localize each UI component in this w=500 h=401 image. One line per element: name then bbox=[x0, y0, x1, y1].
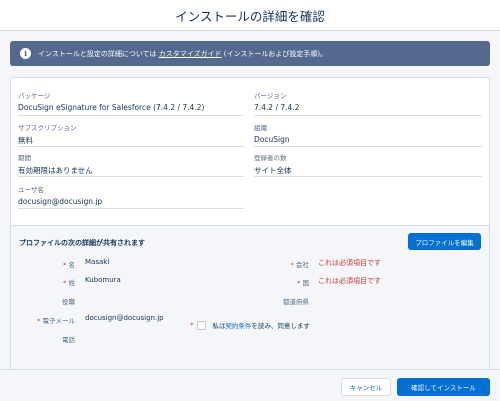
package-label: パッケージ bbox=[18, 92, 51, 100]
required-mark: * bbox=[290, 261, 294, 269]
modal-footer: キャンセル 確認してインストール bbox=[0, 369, 500, 401]
page-title: インストールの詳細を確認 bbox=[175, 8, 325, 24]
org-field: 組織 DocuSign bbox=[254, 122, 290, 144]
required-mark: * bbox=[297, 279, 301, 287]
required-mark: * bbox=[63, 261, 67, 269]
divider bbox=[18, 146, 244, 147]
seats-value: サイト全体 bbox=[254, 166, 292, 175]
info-icon: i bbox=[20, 48, 31, 59]
confirm-install-button[interactable]: 確認してインストール bbox=[397, 378, 490, 396]
last-name-label: * 姓 bbox=[63, 279, 75, 287]
banner-text: インストールと設定の詳細については カスタマイズガイド (インストールおよび設定… bbox=[38, 49, 328, 58]
seats-label: 登録者の数 bbox=[254, 154, 287, 162]
company-error: これは必須項目です bbox=[318, 259, 381, 267]
divider bbox=[18, 208, 244, 209]
first-name-value: Masaki bbox=[85, 258, 110, 266]
divider bbox=[254, 176, 482, 177]
org-label: 組織 bbox=[254, 124, 267, 132]
subscription-field: サブスクリプション 無料 bbox=[18, 122, 77, 146]
first-name-label: * 名 bbox=[63, 261, 75, 269]
terms-checkbox[interactable] bbox=[197, 320, 207, 330]
subscription-label: サブスクリプション bbox=[18, 124, 77, 132]
username-field: ユーザ名 docusign@docusign.jp bbox=[18, 184, 102, 206]
required-mark: * bbox=[63, 279, 67, 287]
username-label: ユーザ名 bbox=[18, 186, 44, 194]
version-value: 7.4.2 / 7.4.2 bbox=[254, 103, 300, 112]
modal-header: インストールの詳細を確認 bbox=[0, 0, 500, 31]
divider bbox=[254, 146, 482, 147]
seats-field: 登録者の数 サイト全体 bbox=[254, 152, 292, 176]
package-details-panel: パッケージ DocuSign eSignature for Salesforce… bbox=[10, 77, 490, 246]
country-label: * 国 bbox=[297, 279, 309, 287]
job-title-label: 役職 bbox=[62, 298, 75, 306]
customization-guide-link[interactable]: カスタマイズガイド bbox=[159, 50, 222, 58]
last-name-value: Kubomura bbox=[85, 276, 121, 284]
divider bbox=[18, 115, 244, 116]
info-banner: i インストールと設定の詳細については カスタマイズガイド (インストールおよび… bbox=[10, 41, 490, 66]
version-label: バージョン bbox=[254, 92, 287, 100]
company-label: * 会社 bbox=[290, 261, 309, 269]
profile-share-title: プロファイルの次の詳細が共有されます bbox=[19, 239, 145, 247]
cancel-button[interactable]: キャンセル bbox=[341, 378, 391, 396]
required-mark: * bbox=[190, 321, 194, 329]
profile-share-panel: プロファイルの次の詳細が共有されます プロファイルを編集 * 名 Masaki … bbox=[10, 225, 490, 375]
expiry-field: 期間 有効期限はありません bbox=[18, 152, 93, 176]
expiry-value: 有効期限はありません bbox=[18, 166, 93, 175]
subscription-value: 無料 bbox=[18, 136, 33, 145]
divider bbox=[254, 115, 482, 116]
state-label: 都道府県 bbox=[283, 298, 309, 306]
org-value: DocuSign bbox=[254, 135, 290, 144]
terms-link[interactable]: 契約条件 bbox=[225, 320, 251, 330]
username-value: docusign@docusign.jp bbox=[18, 197, 103, 206]
divider bbox=[18, 176, 244, 177]
expiry-label: 期間 bbox=[18, 154, 31, 162]
package-field: パッケージ DocuSign eSignature for Salesforce… bbox=[18, 90, 204, 112]
package-value: DocuSign eSignature for Salesforce (7.4.… bbox=[18, 103, 205, 112]
phone-label: 電話 bbox=[62, 336, 75, 344]
modal-body: i インストールと設定の詳細については カスタマイズガイド (インストールおよび… bbox=[0, 31, 500, 375]
edit-profile-button[interactable]: プロファイルを編集 bbox=[408, 233, 481, 250]
country-error: これは必須項目です bbox=[318, 277, 381, 285]
version-field: バージョン 7.4.2 / 7.4.2 bbox=[254, 90, 299, 112]
terms-agreement: * 私は 契約条件 を読み、同意します bbox=[190, 320, 310, 330]
